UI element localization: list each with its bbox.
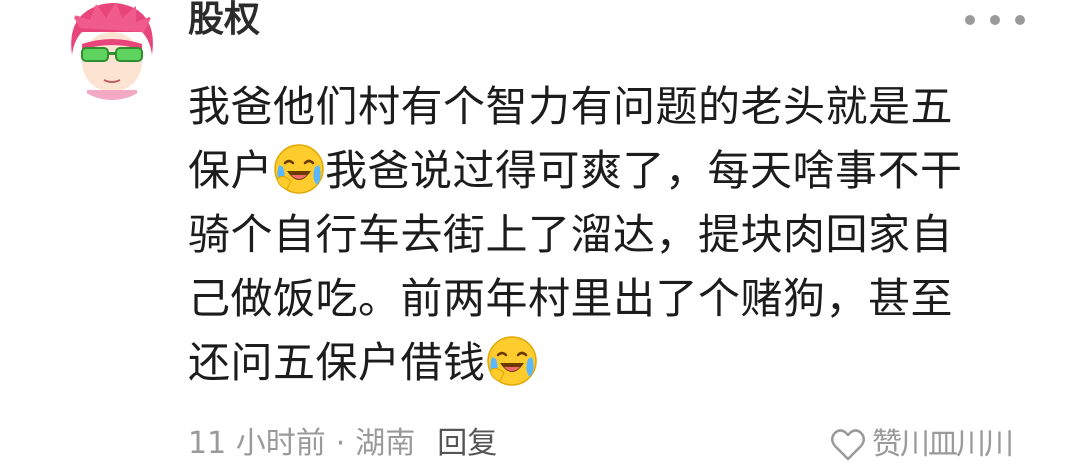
username[interactable]: 股权: [188, 0, 260, 40]
timestamp: 11 小时前: [188, 426, 326, 461]
reply-button[interactable]: 回复: [437, 424, 497, 464]
comment-line: 保户 我爸说过得可爽了，每天啥事不干: [188, 139, 1018, 203]
user-avatar[interactable]: [62, 0, 162, 100]
more-dots-icon: [965, 15, 975, 25]
like-label: 赞川皿川川: [872, 427, 1014, 462]
comment-line-segment: 保户: [188, 146, 274, 195]
comment-line-segment: 还问五保户借钱: [188, 338, 486, 387]
laughing-crying-emoji-icon: [274, 144, 324, 194]
meta-separator: ·: [335, 426, 346, 461]
anime-avatar-icon: [62, 0, 162, 100]
location: 湖南: [355, 426, 416, 461]
comment-line: 己做饭吃。前两年村里出了个赌狗，甚至: [188, 274, 954, 323]
comment-line: 还问五保户借钱: [188, 331, 1018, 395]
laughing-crying-emoji-icon: [486, 336, 537, 386]
comment-line-segment: 我爸说过得可爽了，每天啥事不干: [325, 146, 963, 195]
comment-line: 我爸他们村有个智力有问题的老头就是五: [188, 82, 954, 131]
comment-line: 骑个自行车去街上了溜达，提块肉回家自: [188, 210, 954, 259]
like-button[interactable]: 赞川皿川川: [828, 425, 1014, 465]
more-dots-icon: [990, 15, 1000, 25]
more-dots-icon: [1015, 15, 1025, 25]
heart-outline-icon: [831, 429, 865, 461]
more-options-button[interactable]: [965, 10, 1025, 30]
comment-text: 我爸他们村有个智力有问题的老头就是五 保户 我爸说过得可爽了，每天啥事不干 骑个…: [188, 75, 1018, 395]
comment-card: 股权 我爸他们村有个智力有问题的老头就是五 保户 我爸说过得可爽了，每天啥事不干…: [0, 0, 1079, 475]
comment-meta: 11 小时前 · 湖南 回复: [188, 424, 497, 464]
